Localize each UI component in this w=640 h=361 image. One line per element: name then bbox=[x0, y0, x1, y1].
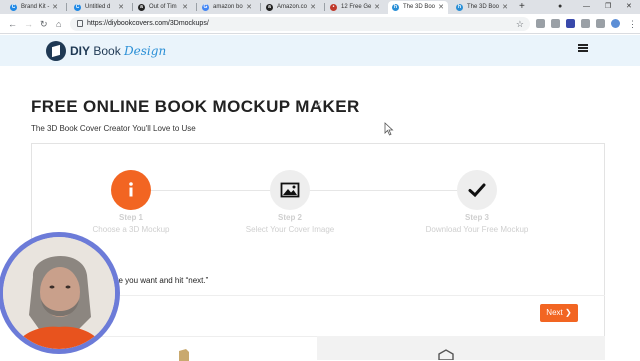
amazon-icon: a bbox=[266, 4, 273, 11]
book-logo-icon[interactable] bbox=[46, 41, 66, 61]
home-icon[interactable]: ⌂ bbox=[56, 18, 61, 30]
tab-label: Out of Tim bbox=[149, 4, 177, 10]
browser-tab-2[interactable]: C Untitled d ✕ bbox=[70, 1, 128, 14]
amazon-icon: a bbox=[138, 4, 145, 11]
close-icon[interactable]: ✕ bbox=[246, 1, 252, 14]
close-icon[interactable]: ✕ bbox=[502, 1, 508, 14]
close-icon[interactable]: ✕ bbox=[438, 1, 444, 14]
step-3-title: Step 3 bbox=[464, 213, 490, 222]
profile-avatar[interactable] bbox=[611, 19, 620, 28]
close-icon[interactable]: ✕ bbox=[52, 1, 58, 14]
window-close-icon[interactable]: ✕ bbox=[626, 0, 632, 14]
extension-icon[interactable] bbox=[566, 19, 575, 28]
tab-strip: C Brand Kit - ✕ C Untitled d ✕ a Out of … bbox=[0, 0, 640, 14]
h-icon: h bbox=[456, 4, 463, 11]
close-icon[interactable]: ✕ bbox=[374, 1, 380, 14]
tab-label: The 3D Boo bbox=[403, 4, 436, 10]
canva-icon: C bbox=[74, 4, 81, 11]
info-icon bbox=[129, 182, 133, 197]
extension-icon[interactable] bbox=[536, 19, 545, 28]
canva-icon: C bbox=[10, 4, 17, 11]
minimize-icon[interactable]: — bbox=[583, 0, 590, 14]
logo-script-text: Design bbox=[124, 44, 167, 58]
instruction-text: late you want and hit “next.” bbox=[110, 276, 209, 285]
browser-tab-8[interactable]: h The 3D Boo ✕ bbox=[452, 1, 512, 14]
tab-search-icon[interactable]: ● bbox=[558, 0, 562, 14]
browser-tab-6[interactable]: • 12 Free Ge ✕ bbox=[326, 1, 384, 14]
step-1-title: Step 1 bbox=[118, 213, 144, 222]
logo-bold-text: DIY bbox=[70, 44, 91, 58]
browser-tab-7-active[interactable]: h The 3D Boo ✕ bbox=[388, 1, 448, 14]
back-icon[interactable]: ← bbox=[8, 18, 17, 30]
forward-icon[interactable]: → bbox=[24, 18, 33, 30]
new-tab-button[interactable]: + bbox=[519, 0, 525, 14]
presenter-photo bbox=[3, 237, 115, 349]
address-bar[interactable]: https://diybookcovers.com/3Dmockups/ ☆ bbox=[70, 17, 530, 31]
google-icon: G bbox=[202, 4, 209, 11]
webcam-overlay bbox=[0, 232, 120, 354]
step-3-circle[interactable] bbox=[457, 170, 497, 210]
mouse-cursor-icon bbox=[384, 122, 394, 136]
presenter-video bbox=[3, 237, 115, 349]
step-1-circle[interactable] bbox=[111, 170, 151, 210]
next-button-label: Next bbox=[546, 308, 563, 317]
close-icon[interactable]: ✕ bbox=[182, 1, 188, 14]
browser-toolbar: ← → ↻ ⌂ https://diybookcovers.com/3Dmock… bbox=[0, 14, 640, 34]
checkmark-decoration-icon: ✓ bbox=[314, 97, 325, 111]
tab-label: Brand Kit - bbox=[21, 4, 50, 10]
browser-tab-1[interactable]: C Brand Kit - ✕ bbox=[6, 1, 62, 14]
maximize-icon[interactable]: ❐ bbox=[605, 0, 611, 14]
image-icon bbox=[280, 182, 300, 198]
hamburger-menu-icon[interactable] bbox=[578, 44, 588, 52]
step-2-title: Step 2 bbox=[277, 213, 303, 222]
browser-tab-4[interactable]: G amazon bo ✕ bbox=[198, 1, 256, 14]
lock-icon bbox=[77, 20, 83, 27]
h-icon: h bbox=[392, 4, 399, 11]
site-icon: • bbox=[330, 4, 337, 11]
site-logo[interactable]: DIY Book Design bbox=[70, 43, 166, 59]
next-button[interactable]: Next ❯ bbox=[540, 304, 578, 322]
browser-tab-5[interactable]: a Amazon.co ✕ bbox=[262, 1, 320, 14]
extensions-puzzle-icon[interactable] bbox=[596, 19, 605, 28]
extension-icon[interactable] bbox=[581, 19, 590, 28]
browser-tab-3[interactable]: a Out of Tim ✕ bbox=[134, 1, 192, 14]
book-mockup-icon bbox=[179, 349, 189, 361]
tab-label: The 3D Boo bbox=[467, 4, 500, 10]
books-stack-icon bbox=[438, 349, 454, 360]
step-1-desc: Choose a 3D Mockup bbox=[92, 225, 170, 234]
step-2-desc: Select Your Cover Image bbox=[245, 225, 335, 234]
logo-regular-text: Book bbox=[90, 44, 125, 58]
extension-icon[interactable] bbox=[551, 19, 560, 28]
close-icon[interactable]: ✕ bbox=[310, 1, 316, 14]
url-text: https://diybookcovers.com/3Dmockups/ bbox=[87, 20, 209, 27]
close-icon[interactable]: ✕ bbox=[118, 1, 124, 14]
step-3-desc: Download Your Free Mockup bbox=[425, 225, 529, 234]
tab-label: 12 Free Ge bbox=[341, 4, 372, 10]
mockup-option-card-selected[interactable] bbox=[317, 336, 605, 360]
tab-label: Untitled d bbox=[85, 4, 111, 10]
tab-label: Amazon.co bbox=[277, 4, 308, 10]
page-subtitle: The 3D Book Cover Creator You'll Love to… bbox=[31, 124, 196, 133]
bookmark-star-icon[interactable]: ☆ bbox=[516, 17, 524, 31]
page-title: FREE ONLINE BOOK MOCKUP MAKER bbox=[31, 97, 360, 116]
menu-dots-icon[interactable]: ⋮ bbox=[628, 18, 637, 30]
reload-icon[interactable]: ↻ bbox=[40, 18, 48, 30]
checkmark-icon bbox=[468, 183, 486, 198]
step-2-circle[interactable] bbox=[270, 170, 310, 210]
tab-label: amazon bo bbox=[213, 4, 243, 10]
